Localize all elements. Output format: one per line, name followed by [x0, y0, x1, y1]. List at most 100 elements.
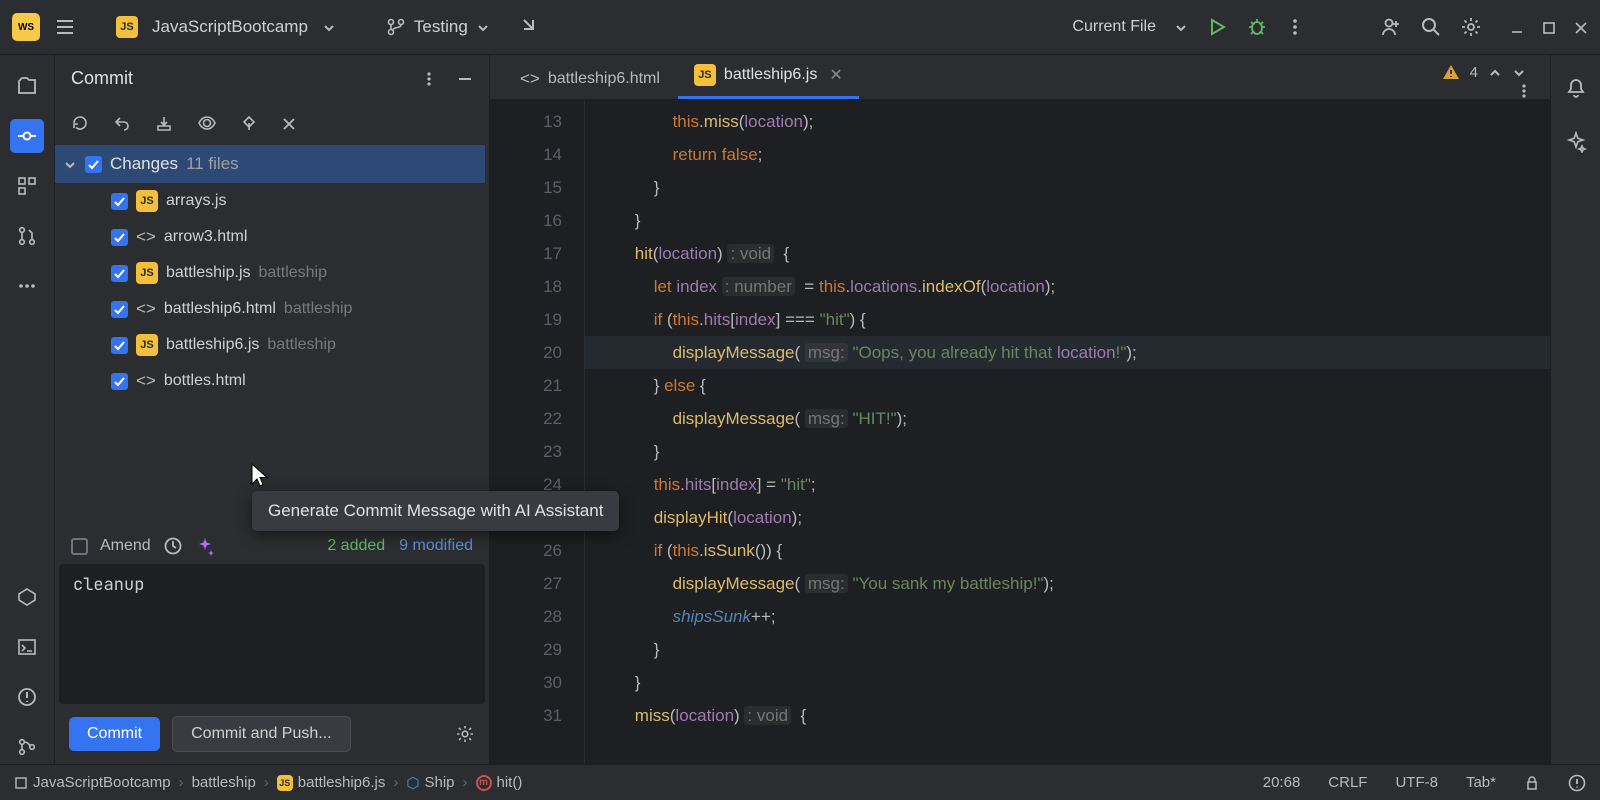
html-file-icon: <>	[136, 227, 156, 247]
file-checkbox[interactable]	[111, 193, 128, 210]
terminal-tool-icon[interactable]	[10, 630, 44, 664]
code-line[interactable]: } else {	[585, 369, 1550, 402]
more-tool-icon[interactable]	[10, 269, 44, 303]
expand-icon[interactable]	[63, 156, 77, 173]
maximize-icon[interactable]	[1542, 19, 1556, 36]
select-all-checkbox[interactable]	[85, 156, 102, 173]
file-checkbox[interactable]	[111, 337, 128, 354]
commit-button[interactable]: Commit	[69, 717, 160, 751]
code-line[interactable]: if (this.hits[index] === "hit") {	[585, 303, 1550, 336]
code-line[interactable]: this.hits[index] = "hit";	[585, 468, 1550, 501]
changelist-icon[interactable]	[241, 114, 257, 132]
breadcrumb-item[interactable]: JSbattleship6.js	[277, 774, 386, 791]
code-line[interactable]: }	[585, 171, 1550, 204]
indent-setting[interactable]: Tab*	[1466, 774, 1496, 791]
project-name[interactable]: JavaScriptBootcamp	[152, 17, 308, 37]
breadcrumb-item[interactable]: battleship	[192, 774, 256, 791]
close-icon[interactable]	[1574, 19, 1588, 36]
file-checkbox[interactable]	[111, 301, 128, 318]
breadcrumb-item[interactable]: JavaScriptBootcamp	[14, 774, 171, 791]
title-bar: WS JS JavaScriptBootcamp Testing Current…	[0, 0, 1600, 55]
minimize-icon[interactable]	[1510, 19, 1524, 36]
structure-tool-icon[interactable]	[10, 169, 44, 203]
history-icon[interactable]	[163, 536, 183, 556]
code-line[interactable]: }	[585, 435, 1550, 468]
code-line[interactable]: return false;	[585, 138, 1550, 171]
rollback-icon[interactable]	[113, 114, 131, 132]
code-line[interactable]: displayMessage( msg: "HIT!");	[585, 402, 1550, 435]
panel-menu-icon[interactable]	[421, 69, 437, 86]
close-tab-icon[interactable]: ✕	[829, 65, 842, 85]
problems-tool-icon[interactable]	[10, 680, 44, 714]
code-line[interactable]: }	[585, 666, 1550, 699]
add-user-icon[interactable]	[1380, 16, 1402, 38]
file-row[interactable]: JS arrays.js	[55, 183, 485, 219]
file-row[interactable]: <> battleship6.html battleship	[55, 291, 485, 327]
debug-icon[interactable]	[1246, 16, 1268, 38]
vcs-tool-icon[interactable]	[10, 730, 44, 764]
file-row[interactable]: <> bottles.html	[55, 363, 485, 399]
code-line[interactable]: displayHit(location);	[585, 501, 1550, 534]
changes-header[interactable]: Changes 11 files	[55, 145, 485, 183]
ai-generate-icon[interactable]	[195, 536, 215, 556]
file-row[interactable]: JS battleship6.js battleship	[55, 327, 485, 363]
chevron-down-icon[interactable]	[1174, 19, 1188, 36]
code-line[interactable]: }	[585, 204, 1550, 237]
next-highlight-icon[interactable]	[1512, 64, 1526, 81]
run-config[interactable]: Current File	[1072, 18, 1156, 36]
breadcrumbs[interactable]: JavaScriptBootcamp›battleship›JSbattlesh…	[14, 774, 522, 792]
branch-name[interactable]: Testing	[414, 17, 468, 37]
breadcrumb-item[interactable]: mhit()	[476, 774, 523, 791]
settings-icon[interactable]	[1460, 16, 1482, 38]
commit-settings-icon[interactable]	[455, 724, 475, 744]
file-checkbox[interactable]	[111, 265, 128, 282]
shelve-icon[interactable]	[155, 114, 173, 132]
code-line[interactable]: displayMessage( msg: "You sank my battle…	[585, 567, 1550, 600]
commit-message-input[interactable]: cleanup	[59, 564, 485, 704]
tab-battleship6-js[interactable]: JS battleship6.js ✕	[678, 54, 859, 99]
run-icon[interactable]	[1206, 16, 1228, 38]
tab-battleship6-html[interactable]: <> battleship6.html	[504, 59, 676, 99]
file-checkbox[interactable]	[111, 229, 128, 246]
file-row[interactable]: <> arrow3.html	[55, 219, 485, 255]
more-icon[interactable]	[1286, 18, 1304, 36]
code-line[interactable]: if (this.isSunk()) {	[585, 534, 1550, 567]
breadcrumb-item[interactable]: ⬡Ship	[406, 774, 454, 792]
code-line[interactable]: let index : number = this.locations.inde…	[585, 270, 1550, 303]
refresh-icon[interactable]	[71, 114, 89, 132]
diff-icon[interactable]	[197, 114, 217, 132]
project-tool-icon[interactable]	[10, 69, 44, 103]
code-line[interactable]: displayMessage( msg: "Oops, you already …	[585, 336, 1550, 369]
search-icon[interactable]	[1420, 16, 1442, 38]
code-editor[interactable]: 13141516171819202122232425262728293031 t…	[490, 99, 1550, 764]
caret-position[interactable]: 20:68	[1263, 774, 1301, 791]
file-row[interactable]: JS battleship.js battleship	[55, 255, 485, 291]
readonly-icon[interactable]	[1524, 774, 1540, 791]
commit-push-button[interactable]: Commit and Push...	[172, 716, 351, 752]
code-line[interactable]: shipsSunk++;	[585, 600, 1550, 633]
error-stripe-icon[interactable]	[1568, 773, 1586, 791]
code-line[interactable]: hit(location) : void {	[585, 237, 1550, 270]
tabs-menu-icon[interactable]	[1516, 82, 1532, 99]
incoming-icon[interactable]	[518, 16, 540, 38]
commit-tool-icon[interactable]	[10, 119, 44, 153]
code-line[interactable]: miss(location) : void {	[585, 699, 1550, 732]
code-line[interactable]: this.miss(location);	[585, 105, 1550, 138]
chevron-down-icon[interactable]	[476, 19, 490, 36]
build-tool-icon[interactable]	[10, 580, 44, 614]
line-separator[interactable]: CRLF	[1328, 774, 1367, 791]
inspection-widget[interactable]: 4	[1442, 63, 1526, 81]
hide-panel-icon[interactable]	[457, 69, 473, 86]
file-checkbox[interactable]	[111, 373, 128, 390]
prev-highlight-icon[interactable]	[1488, 64, 1502, 81]
close-icon[interactable]	[281, 114, 297, 131]
ai-assistant-icon[interactable]	[1559, 125, 1593, 159]
main-menu-icon[interactable]	[54, 16, 76, 38]
file-encoding[interactable]: UTF-8	[1395, 774, 1438, 791]
chevron-down-icon[interactable]	[322, 19, 336, 36]
amend-checkbox[interactable]	[71, 538, 88, 555]
notifications-icon[interactable]	[1559, 71, 1593, 105]
branch-icon[interactable]	[386, 17, 406, 37]
code-line[interactable]: }	[585, 633, 1550, 666]
pull-requests-tool-icon[interactable]	[10, 219, 44, 253]
